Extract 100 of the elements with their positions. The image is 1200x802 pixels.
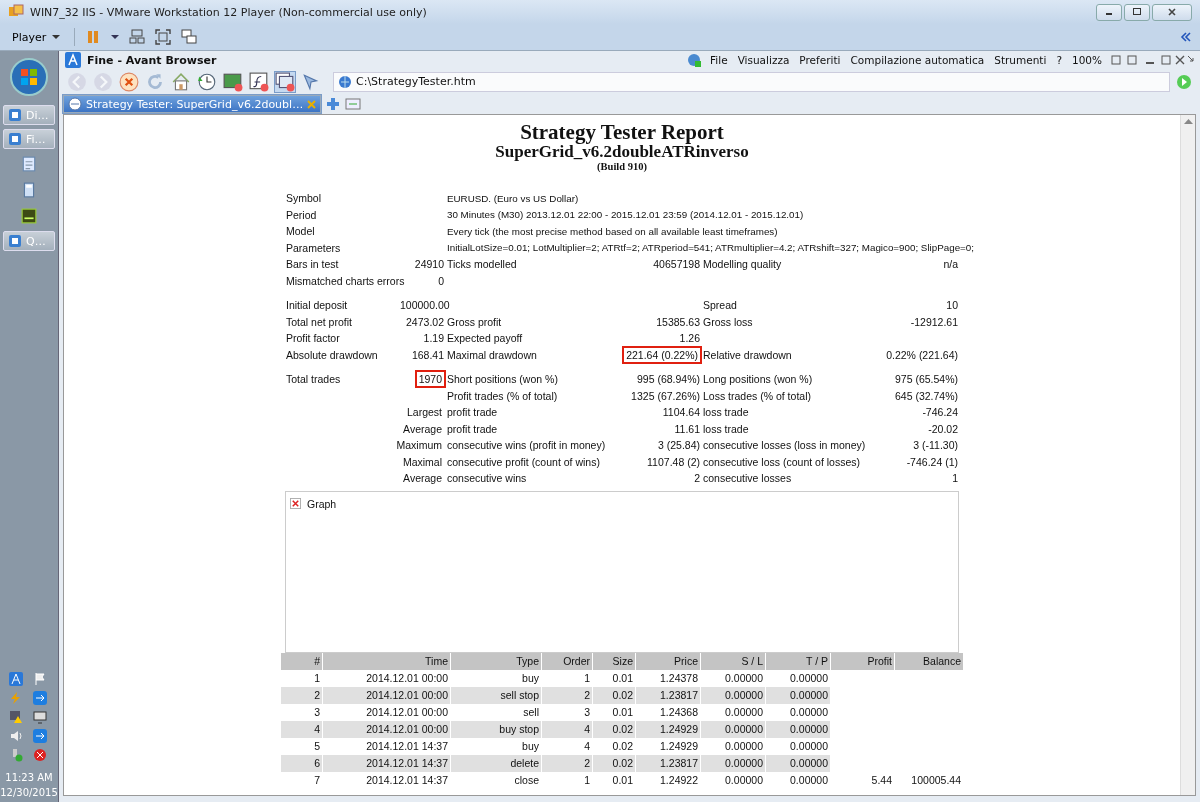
home-icon[interactable] [171, 71, 191, 92]
notepad-icon[interactable] [21, 156, 37, 172]
graph-alt-text: Graph [307, 497, 337, 510]
stat-value: 15385.63 [656, 315, 700, 328]
address-field[interactable]: C:\StrategyTester.htm [333, 71, 1170, 92]
image-icon[interactable] [223, 71, 243, 92]
close-icon [1167, 7, 1177, 17]
table-cell-text: 1 [313, 671, 321, 686]
history-icon[interactable] [197, 71, 217, 92]
minimize-button[interactable] [1096, 3, 1122, 21]
menu-item[interactable]: Strumenti [992, 54, 1049, 66]
stat-value: 645 (32.74%) [894, 389, 958, 402]
player-menu[interactable]: Player [8, 28, 65, 46]
stat-value: 24910 [414, 258, 444, 271]
stat-label: Largest [406, 406, 442, 419]
stat-value: 40657198 [653, 258, 700, 271]
table-cell: 0.02 [593, 720, 635, 738]
table-cell-text: 0.00000 [724, 705, 764, 720]
stat-label: Average [403, 472, 442, 485]
maximize-button[interactable] [1124, 3, 1150, 21]
table-cell-text: 1 [583, 773, 591, 788]
page-icon [68, 97, 82, 111]
table-cell: delete [451, 754, 541, 772]
table-cell-text: 0.00000 [724, 739, 764, 754]
window-controls-icon[interactable] [1110, 54, 1194, 66]
caret-icon[interactable] [111, 34, 120, 40]
flag-icon[interactable] [33, 672, 47, 686]
table-cell-text: sell [522, 705, 540, 720]
stop-icon[interactable] [119, 71, 139, 92]
table-cell: 6 [281, 754, 322, 772]
scroll-up-icon[interactable] [1183, 119, 1193, 125]
network-icon[interactable] [129, 29, 146, 45]
table-cell: 0.02 [593, 754, 635, 772]
caret-icon [52, 34, 61, 40]
menu-item[interactable]: 100% [1069, 54, 1104, 66]
start-button[interactable] [9, 57, 49, 97]
stop-icon[interactable] [33, 748, 47, 762]
menu-item[interactable]: ? [1054, 54, 1064, 66]
unity-icon[interactable] [181, 29, 198, 45]
arrows-tray-icon[interactable] [33, 729, 47, 743]
stat-label: Profit trades (% of total) [447, 389, 558, 402]
table-cell: 4 [542, 720, 592, 738]
stat-value: 11.61 [674, 422, 700, 435]
collapse-icon[interactable] [1180, 31, 1192, 43]
stat-value: 0.22% (221.64) [886, 348, 958, 361]
table-cell: 2 [281, 686, 322, 704]
table-cell: 0.00000 [766, 754, 830, 772]
maximize-icon [1132, 7, 1142, 17]
new-tab-icon[interactable] [325, 96, 342, 112]
speaker-icon[interactable] [9, 729, 23, 743]
menu-item[interactable]: Compilazione automatica [848, 54, 987, 66]
stat-label: loss trade [703, 422, 749, 435]
stat-value: 2473.02 [406, 315, 444, 328]
table-cell: buy stop [451, 720, 541, 738]
fullscreen-icon[interactable] [155, 29, 172, 45]
calculator-icon[interactable] [21, 182, 37, 198]
stat-value: 3 (25.84) [657, 439, 700, 452]
stat-label: Model [285, 225, 316, 238]
warning-icon[interactable] [9, 710, 23, 724]
browser-tray-icon[interactable] [9, 672, 23, 686]
scrollbar[interactable] [1180, 115, 1195, 795]
stat-label: Relative drawdown [703, 348, 792, 361]
table-cell-text: buy [521, 739, 540, 754]
stat-label: Maximal drawdown [447, 348, 537, 361]
stat-label: Profit factor [286, 332, 340, 345]
browser-logo-icon [65, 52, 81, 68]
arrows-tray-icon[interactable] [33, 691, 47, 705]
stat-value: EURUSD. (Euro vs US Dollar) [446, 192, 579, 204]
browser-tab[interactable]: Strategy Tester: SuperGrid_v6.2doubl… [63, 95, 322, 113]
table-cell: 2014.12.01 00:00 [323, 720, 450, 738]
menu-item[interactable]: Preferiti [797, 54, 843, 66]
popup-blocker-icon[interactable] [275, 71, 295, 92]
table-cell-text: 0.01 [611, 773, 634, 788]
globe-icon[interactable] [686, 52, 703, 68]
stat-value: 3 (-11.30) [913, 439, 958, 452]
stat-label: Symbol [285, 192, 322, 205]
flash-icon[interactable] [249, 71, 269, 92]
menu-item[interactable]: File [708, 54, 730, 66]
stat-label: loss trade [703, 406, 749, 419]
app-icon [8, 132, 22, 146]
stat-label: Average [403, 422, 442, 435]
table-cell-text: 0.01 [611, 671, 634, 686]
go-icon[interactable] [1176, 73, 1192, 90]
table-cell-text: 1.24378 [659, 671, 699, 686]
stat-value: -746.24 [922, 406, 958, 419]
table-cell-text: 4 [583, 739, 591, 754]
menu-item[interactable]: Visualizza [735, 54, 792, 66]
stat-label: consecutive profit (count of wins) [447, 455, 600, 468]
stat-value: -12912.61 [910, 315, 958, 328]
app-icon [8, 234, 22, 248]
close-icon[interactable] [307, 99, 317, 109]
table-cell-text: 100005.44 [910, 773, 962, 788]
stat-label: Total net profit [286, 315, 352, 328]
table-cell-text: 2014.12.01 14:37 [365, 773, 449, 788]
stat-value: 10 [946, 299, 958, 312]
table-cell: 1.23817 [636, 754, 700, 772]
monitor-icon[interactable] [33, 710, 47, 724]
dreamweaver-icon[interactable] [21, 208, 37, 224]
table-cell: 0.00000 [701, 720, 765, 738]
stat-label: consecutive wins [447, 472, 527, 485]
